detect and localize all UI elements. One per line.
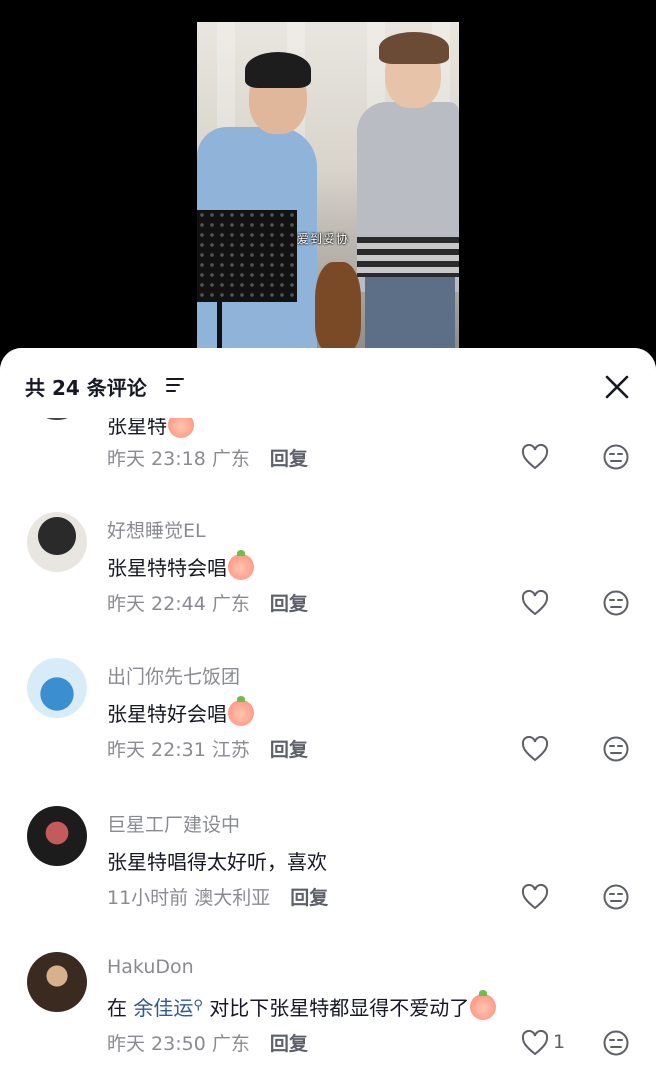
reply-button[interactable]: 回复 [290, 887, 328, 909]
heart-icon[interactable] [521, 444, 549, 470]
heart-icon[interactable] [521, 884, 549, 910]
comment-username[interactable]: 巨星工厂建设中 [107, 810, 240, 837]
comment-time: 昨天 22:44 [107, 593, 206, 615]
singer-left-hair [245, 52, 311, 88]
comment-meta: 昨天 22:31 江苏 回复 [107, 735, 308, 762]
dislike-face-icon[interactable] [602, 443, 630, 471]
comment-text: 张星特好会唱 [107, 696, 254, 727]
comments-header: 共 24 条评论 [0, 348, 656, 418]
singer-right-jeans [365, 277, 455, 352]
comment-count-title: 共 24 条评论 [25, 376, 147, 400]
comment-location: 江苏 [211, 739, 250, 761]
heart-icon[interactable] [521, 1030, 549, 1056]
close-icon[interactable] [604, 374, 630, 400]
comment-text: 在 余佳运⚲ 对比下张星特都显得不爱动了 [107, 990, 497, 1021]
comment-location: 广东 [211, 448, 250, 470]
music-stand [197, 210, 297, 302]
avatar[interactable] [27, 806, 87, 866]
music-stand-pole [217, 302, 222, 352]
comment-username[interactable]: HakuDon [107, 956, 194, 978]
guitar [315, 262, 361, 352]
dislike-face-icon[interactable] [602, 1029, 630, 1057]
video-frame[interactable]: 爱到妥协 [197, 22, 459, 352]
singer-right-stripes [357, 237, 459, 277]
reply-button[interactable]: 回复 [270, 739, 308, 761]
comment-username[interactable]: 出门你先七饭团 [107, 662, 240, 689]
mention-link[interactable]: 余佳运 [133, 996, 193, 1020]
peach-crying-emoji [470, 990, 497, 1020]
comment-location: 广东 [211, 593, 250, 615]
comment-username[interactable]: 好想睡觉EL [107, 516, 206, 543]
video-player[interactable]: 爱到妥协 [0, 0, 656, 360]
peach-heart-eyes-emoji [228, 696, 254, 726]
comment-meta: 昨天 23:18 广东 回复 [107, 444, 308, 471]
avatar[interactable] [27, 952, 87, 1012]
comment-time: 昨天 23:18 [107, 448, 206, 470]
heart-icon[interactable] [521, 736, 549, 762]
heart-icon[interactable] [521, 590, 549, 616]
peach-emoji [228, 550, 254, 580]
like-count: 1 [553, 1031, 566, 1053]
comments-sheet: 共 24 条评论 张星特 昨天 23:18 广东 回复 好想睡觉EL 张星特特会… [0, 348, 656, 1080]
reply-button[interactable]: 回复 [270, 448, 308, 470]
comment-meta: 昨天 23:50 广东 回复 [107, 1029, 308, 1056]
avatar[interactable] [27, 512, 87, 572]
singer-right-hair [379, 32, 449, 64]
comment-meta: 11小时前 澳大利亚 回复 [107, 883, 328, 910]
comment-text: 张星特唱得太好听，喜欢 [107, 850, 327, 874]
dislike-face-icon[interactable] [602, 589, 630, 617]
comment-text: 张星特特会唱 [107, 550, 254, 581]
reply-button[interactable]: 回复 [270, 593, 308, 615]
dislike-face-icon[interactable] [602, 735, 630, 763]
video-subtitle: 爱到妥协 [297, 232, 350, 246]
comment-time: 昨天 22:31 [107, 739, 206, 761]
reply-button[interactable]: 回复 [270, 1033, 308, 1055]
search-icon: ⚲ [193, 998, 203, 1013]
comment-time: 昨天 23:50 [107, 1033, 206, 1055]
comment-location: 广东 [211, 1033, 250, 1055]
comment-meta: 昨天 22:44 广东 回复 [107, 589, 308, 616]
dislike-face-icon[interactable] [602, 883, 630, 911]
comment-location: 澳大利亚 [194, 887, 271, 909]
comment-time: 11小时前 [107, 887, 189, 909]
avatar[interactable] [27, 658, 87, 718]
sort-icon[interactable] [166, 378, 184, 394]
